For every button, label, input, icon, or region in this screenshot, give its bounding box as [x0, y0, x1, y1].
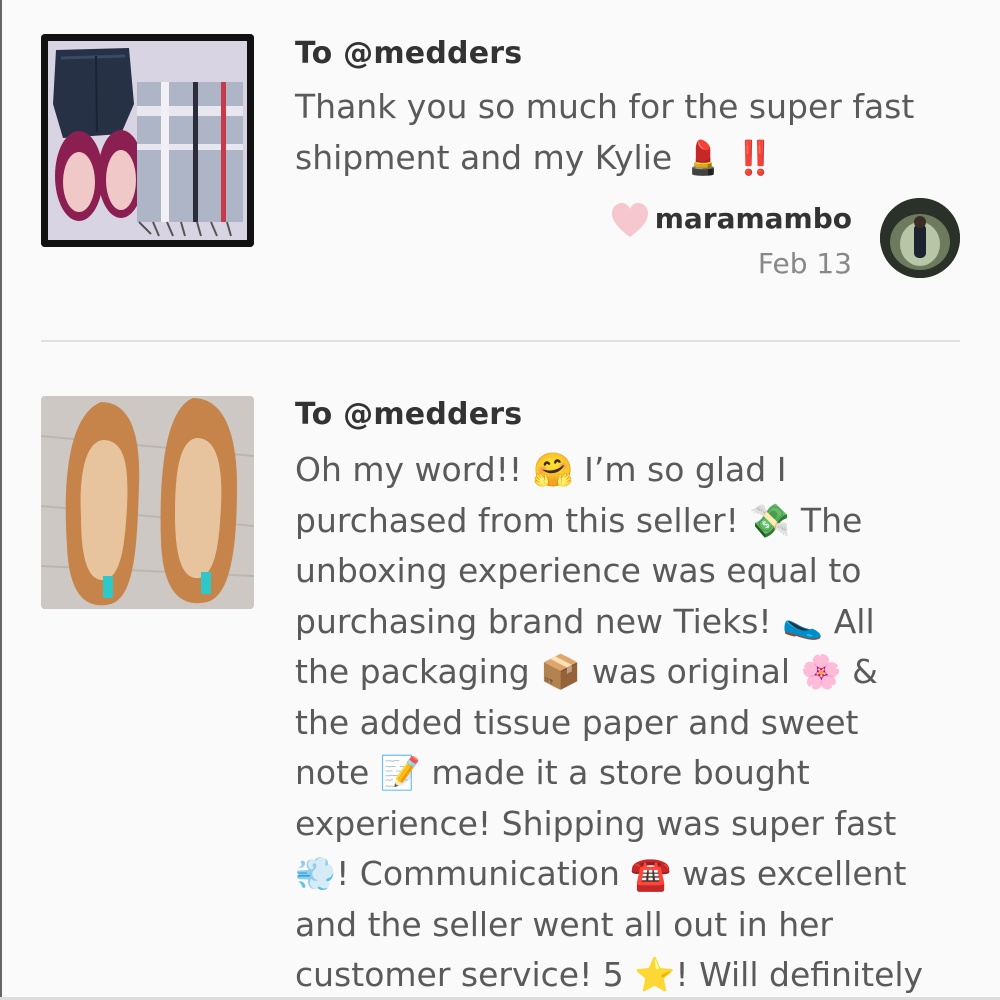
- feedback-page: To @medders Thank you so much for the su…: [0, 0, 1000, 1000]
- review-photo[interactable]: [41, 34, 254, 247]
- review-text: Oh my word!! 🤗 I’m so glad I purchased f…: [295, 450, 924, 994]
- review-card: To @medders Thank you so much for the su…: [0, 0, 1000, 340]
- review-date: Feb 13: [757, 247, 852, 280]
- heart-icon[interactable]: [611, 203, 649, 239]
- reviewer-avatar[interactable]: [880, 198, 960, 278]
- review-divider: [41, 340, 960, 342]
- recipient-label[interactable]: To @medders: [295, 397, 522, 432]
- review-text: Thank you so much for the super fast shi…: [295, 87, 915, 177]
- review-photo[interactable]: [41, 396, 254, 609]
- reviewer-username[interactable]: maramambo: [655, 202, 852, 235]
- review-card: To @medders Oh my word!! 🤗 I’m so glad I…: [0, 345, 1000, 1000]
- recipient-label[interactable]: To @medders: [295, 36, 522, 71]
